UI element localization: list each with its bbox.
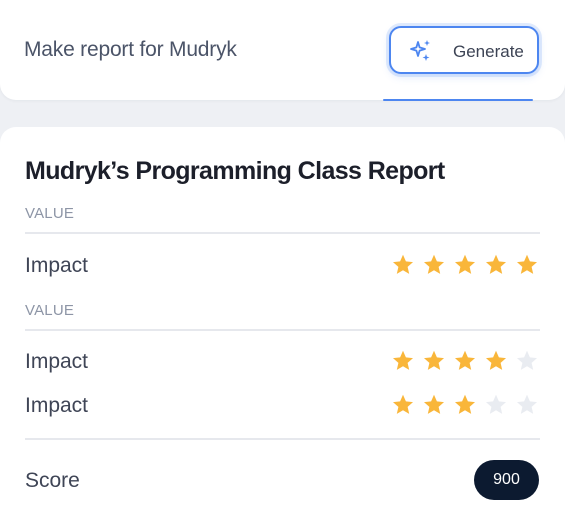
rating-row-label: Impact [25, 350, 89, 373]
star-filled-icon [515, 253, 539, 277]
star-filled-icon [391, 253, 415, 277]
prompt-text: Make report for Mudryk [24, 38, 237, 61]
star-filled-icon [484, 253, 508, 277]
generate-button-label: Generate [453, 42, 524, 61]
star-filled-icon [453, 393, 477, 417]
report-title: Mudryk’s Programming Class Report [25, 157, 445, 185]
star-filled-icon [391, 393, 415, 417]
bottom-accent-line [383, 99, 533, 101]
star-filled-icon [453, 253, 477, 277]
rating-row-label: Impact [25, 394, 89, 417]
score-label: Score [25, 469, 80, 492]
star-filled-icon [422, 253, 446, 277]
star-filled-icon [391, 349, 415, 373]
section-label: VALUE [25, 205, 75, 222]
section-label: VALUE [25, 302, 75, 319]
generate-button[interactable]: Generate [389, 26, 539, 74]
divider [25, 329, 540, 331]
rating-stars [391, 393, 539, 417]
rating-row-label: Impact [25, 254, 89, 277]
star-filled-icon [484, 349, 508, 373]
divider [25, 232, 540, 234]
star-filled-icon [422, 349, 446, 373]
star-empty-icon [484, 393, 508, 417]
sparkles-icon [410, 40, 430, 61]
star-empty-icon [515, 349, 539, 373]
star-filled-icon [453, 349, 477, 373]
divider [25, 438, 540, 440]
prompt-card: Make report for Mudryk Generate [0, 0, 565, 100]
star-filled-icon [422, 393, 446, 417]
star-empty-icon [515, 393, 539, 417]
rating-stars [391, 349, 539, 373]
score-badge: 900 [474, 460, 539, 500]
rating-stars [391, 253, 539, 277]
